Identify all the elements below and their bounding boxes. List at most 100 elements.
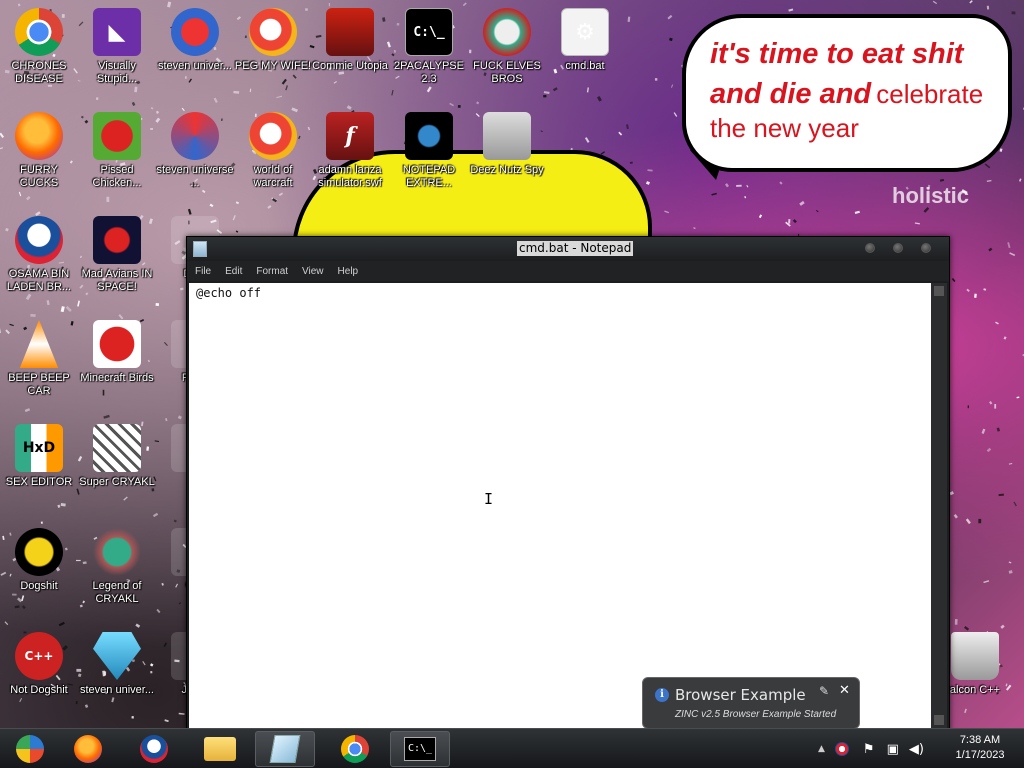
confetti-piece <box>725 183 729 188</box>
close-button[interactable] <box>921 243 931 253</box>
taskbar-notepad[interactable] <box>255 731 315 767</box>
show-hidden-icons-icon[interactable]: ▲ <box>818 744 825 754</box>
pin-icon[interactable]: ✎ <box>819 684 829 698</box>
desktop-icon[interactable]: PEG MY WIFE! <box>234 8 312 73</box>
i-beam-cursor-icon: I <box>484 490 494 508</box>
title-bar[interactable]: cmd.bat - Notepad <box>187 237 949 261</box>
notepad-window[interactable]: cmd.bat - Notepad File Edit Format View … <box>186 236 950 732</box>
minimize-button[interactable] <box>865 243 875 253</box>
taskbar-chrome[interactable] <box>325 731 385 767</box>
confetti-piece <box>1009 252 1016 257</box>
window-title: cmd.bat - Notepad <box>517 241 634 256</box>
desktop-icon[interactable]: C:\_ 2PACALYPSE 2.3 <box>390 8 468 86</box>
confetti-piece <box>792 219 797 224</box>
desktop-icon[interactable]: ◣ Visually Stupid... <box>78 8 156 86</box>
start-button[interactable] <box>0 731 60 767</box>
file-explorer-icon <box>204 737 236 761</box>
desktop-icon-label: steven universe ... <box>156 164 234 189</box>
confetti-piece <box>426 86 432 93</box>
desktop-icon[interactable]: steven univer... <box>156 8 234 73</box>
desktop-icon[interactable]: FURRY CUCKS <box>0 112 78 190</box>
confetti-piece <box>118 314 124 320</box>
desktop-icon[interactable]: Minecraft Birds <box>78 320 156 385</box>
confetti-piece <box>457 105 461 108</box>
notification-toast[interactable]: i Browser Example ZINC v2.5 Browser Exam… <box>642 677 860 729</box>
action-center-flag-icon[interactable]: ⚑ <box>863 742 875 757</box>
desktop-icon[interactable]: f adamn lanza simulator.swf <box>311 112 389 190</box>
notepad-extreme-icon <box>405 112 453 160</box>
desktop-icon-label: Not Dogshit <box>10 684 68 696</box>
flag-tray-icon[interactable] <box>834 742 849 756</box>
desktop-icon[interactable]: world of warcraft <box>234 112 312 190</box>
desktop-icon[interactable]: Commie Utopia <box>311 8 389 73</box>
desktop-icon-label: 2PACALYPSE 2.3 <box>394 60 464 85</box>
confetti-piece <box>1011 11 1016 15</box>
text-editor[interactable]: @echo off I <box>189 283 931 729</box>
desktop-icon[interactable]: NOTEPAD EXTRE... <box>390 112 468 190</box>
confetti-piece <box>21 595 25 602</box>
menu-help[interactable]: Help <box>338 266 359 277</box>
confetti-piece <box>744 196 747 199</box>
desktop-icon[interactable]: BEEP BEEP CAR <box>0 320 78 398</box>
desktop-icon[interactable]: Dogshit <box>0 528 78 593</box>
confetti-piece <box>983 288 987 291</box>
confetti-piece <box>328 2 330 7</box>
scroll-down-icon[interactable] <box>934 715 944 725</box>
menu-edit[interactable]: Edit <box>225 266 242 277</box>
desktop-icon[interactable]: steven univer... <box>78 632 156 697</box>
desktop-icon[interactable]: Legend of CRYAKL <box>78 528 156 606</box>
vertical-scrollbar[interactable] <box>931 283 947 729</box>
network-icon[interactable]: ▣ <box>887 742 899 757</box>
confetti-piece <box>1000 624 1005 629</box>
desktop-icon[interactable]: Deez Nutz Spy <box>468 112 546 177</box>
angry-birds-icon <box>93 320 141 368</box>
confetti-piece <box>201 189 206 194</box>
confetti-piece <box>14 605 20 609</box>
notepad-icon <box>269 735 301 763</box>
confetti-piece <box>584 137 590 143</box>
taskbar-firefox[interactable] <box>58 731 118 767</box>
confetti-piece <box>815 209 819 213</box>
confetti-piece <box>596 95 602 102</box>
clock[interactable]: 7:38 AM 1/17/2023 <box>944 733 1016 763</box>
confetti-piece <box>746 184 749 188</box>
volume-icon[interactable]: ◀) <box>909 742 924 757</box>
confetti-piece <box>24 408 31 413</box>
desktop-icon-label: FUCK ELVES BROS <box>473 60 541 85</box>
taskbar-explorer[interactable] <box>190 731 250 767</box>
desktop-icon[interactable]: Pissed Chicken... <box>78 112 156 190</box>
desktop-icon[interactable]: Super CRYAKL <box>78 424 156 489</box>
desktop-icon[interactable]: HxD SEX EDITOR <box>0 424 78 489</box>
desktop-icon[interactable]: CHRONES DISEASE <box>0 8 78 86</box>
close-icon[interactable]: ✕ <box>839 683 850 698</box>
confetti-piece <box>618 131 623 136</box>
menu-view[interactable]: View <box>302 266 324 277</box>
desktop-icon-label: Legend of CRYAKL <box>92 580 142 605</box>
confetti-piece <box>953 514 958 519</box>
desktop-icon[interactable]: steven universe ... <box>156 112 234 190</box>
clock-date: 1/17/2023 <box>955 749 1005 761</box>
confetti-piece <box>135 623 141 628</box>
confetti-piece <box>102 389 105 396</box>
confetti-piece <box>965 518 971 525</box>
maximize-button[interactable] <box>893 243 903 253</box>
scroll-up-icon[interactable] <box>934 286 944 296</box>
confetti-piece <box>978 518 982 524</box>
menu-file[interactable]: File <box>195 266 211 277</box>
desktop-icon[interactable]: OSAMA BIN LADEN BR... <box>0 216 78 294</box>
editor-content[interactable]: @echo off <box>196 286 261 300</box>
confetti-piece <box>998 493 1004 497</box>
confetti-piece <box>1008 462 1013 465</box>
desktop-icon[interactable]: Mad Avians IN SPACE! <box>78 216 156 294</box>
confetti-piece <box>670 84 674 88</box>
confetti-piece <box>449 102 454 107</box>
confetti-piece <box>184 76 187 79</box>
confetti-piece <box>60 306 65 313</box>
desktop-icon[interactable]: C++ Not Dogshit <box>0 632 78 697</box>
taskbar-cmd[interactable]: C:\_ <box>390 731 450 767</box>
desktop-icon[interactable]: ⚙ cmd.bat <box>546 8 624 73</box>
taskbar-obama[interactable] <box>124 731 184 767</box>
menu-format[interactable]: Format <box>256 266 288 277</box>
confetti-piece <box>626 124 629 130</box>
desktop-icon[interactable]: FUCK ELVES BROS <box>468 8 546 86</box>
